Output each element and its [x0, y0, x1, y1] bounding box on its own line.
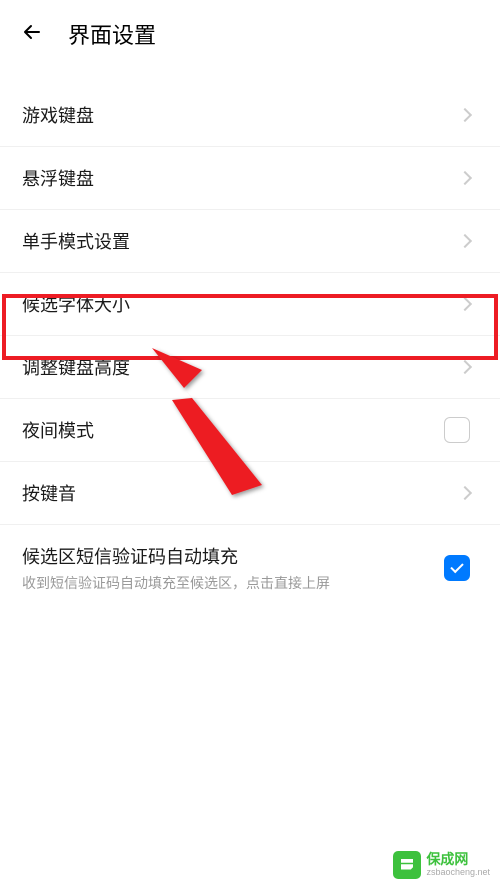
item-candidate-font-size[interactable]: 候选字体大小 [0, 273, 500, 336]
back-button[interactable] [20, 20, 48, 48]
item-label: 单手模式设置 [22, 228, 130, 254]
item-label: 游戏键盘 [22, 102, 94, 128]
item-one-hand-mode[interactable]: 单手模式设置 [0, 210, 500, 273]
header: 界面设置 [0, 0, 500, 66]
watermark-logo-icon [393, 851, 421, 879]
item-label: 悬浮键盘 [22, 165, 94, 191]
watermark-title: 保成网 [426, 852, 490, 867]
item-subtitle: 收到短信验证码自动填充至候选区，点击直接上屏 [22, 573, 330, 593]
chevron-right-icon [458, 171, 472, 185]
item-label: 候选字体大小 [22, 291, 130, 317]
chevron-right-icon [458, 360, 472, 374]
page-title: 界面设置 [68, 18, 156, 50]
item-key-sound[interactable]: 按键音 [0, 462, 500, 525]
item-floating-keyboard[interactable]: 悬浮键盘 [0, 147, 500, 210]
item-label: 调整键盘高度 [22, 354, 130, 380]
chevron-right-icon [458, 234, 472, 248]
item-text-group: 候选区短信验证码自动填充 收到短信验证码自动填充至候选区，点击直接上屏 [22, 543, 330, 593]
chevron-right-icon [458, 297, 472, 311]
item-night-mode[interactable]: 夜间模式 [0, 399, 500, 462]
checkbox-unchecked-icon[interactable] [444, 417, 470, 443]
item-label: 夜间模式 [22, 417, 94, 443]
settings-list: 游戏键盘 悬浮键盘 单手模式设置 候选字体大小 调整键盘高度 夜间模式 按键音 … [0, 84, 500, 611]
item-label: 候选区短信验证码自动填充 [22, 543, 330, 569]
item-adjust-keyboard-height[interactable]: 调整键盘高度 [0, 336, 500, 399]
checkbox-checked-icon[interactable] [444, 555, 470, 581]
watermark-url: zsbaocheng.net [426, 868, 490, 878]
chevron-right-icon [458, 108, 472, 122]
item-game-keyboard[interactable]: 游戏键盘 [0, 84, 500, 147]
item-label: 按键音 [22, 480, 76, 506]
chevron-right-icon [458, 486, 472, 500]
watermark-text: 保成网 zsbaocheng.net [426, 852, 490, 877]
item-sms-autofill[interactable]: 候选区短信验证码自动填充 收到短信验证码自动填充至候选区，点击直接上屏 [0, 525, 500, 611]
watermark: 保成网 zsbaocheng.net [393, 851, 490, 879]
